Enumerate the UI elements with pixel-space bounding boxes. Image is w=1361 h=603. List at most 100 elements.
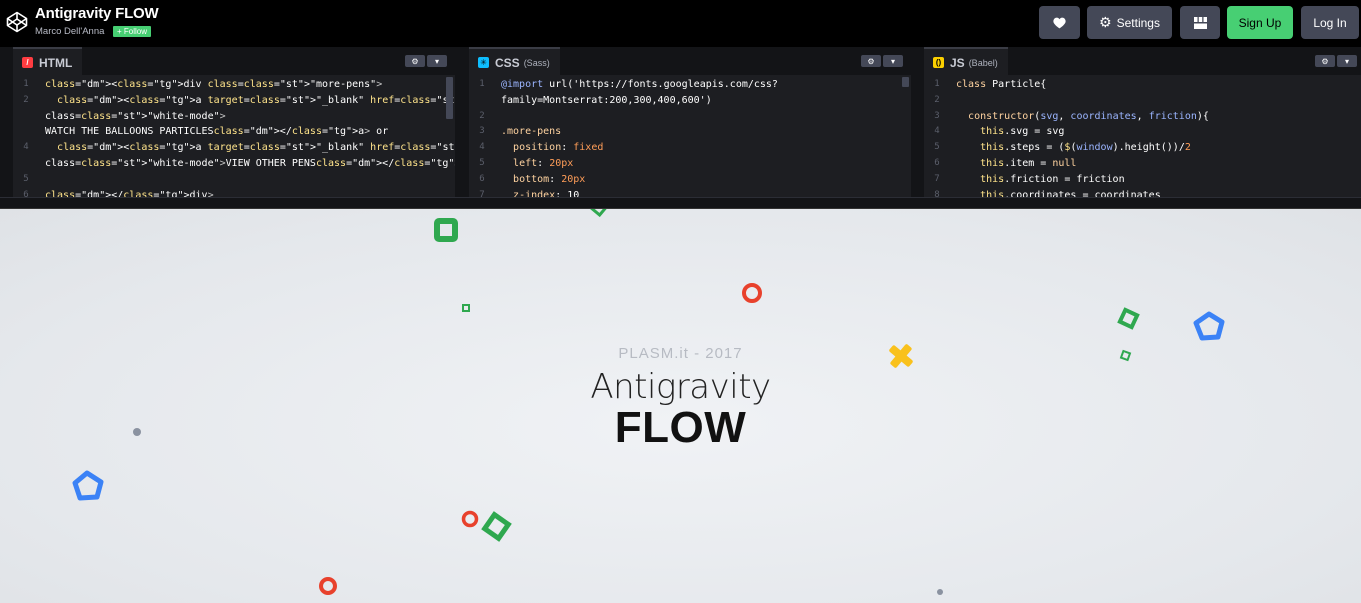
settings-button[interactable]: ⚙ Settings: [1087, 6, 1172, 39]
line-number: 5: [934, 142, 940, 153]
code-line[interactable]: 1 class Particle{: [924, 77, 1361, 93]
line-number: 4: [479, 142, 485, 153]
code-text: constructor(svg, coordinates, friction){: [968, 110, 1209, 122]
code-text: this.item = null: [980, 157, 1077, 169]
author-name[interactable]: Marco Dell'Anna: [35, 26, 104, 37]
code-line[interactable]: family=Montserrat:200,300,400,600'): [469, 93, 911, 109]
html-editor[interactable]: / HTML ⚙ ▾ 1 class="dm"><class="tg">div c…: [13, 47, 455, 197]
css-settings-button[interactable]: ⚙: [861, 55, 881, 67]
blue-pentagon-particle: [1193, 311, 1225, 341]
code-line[interactable]: 7 this.friction = friction: [924, 172, 1361, 188]
green-square-particle: [589, 209, 609, 218]
code-text: position: fixed: [513, 142, 604, 154]
css-scrollbar[interactable]: [902, 77, 909, 87]
code-text: this.friction = friction: [980, 173, 1125, 185]
html-settings-button[interactable]: ⚙: [405, 55, 425, 67]
green-square-particle: [481, 511, 512, 542]
log-in-button[interactable]: Log In: [1301, 6, 1359, 39]
heart-icon: [1053, 17, 1066, 28]
codepen-logo-icon[interactable]: [6, 11, 28, 33]
js-editor[interactable]: () JS (Babel) ⚙ ▾ 1 class Particle{2 3 con…: [924, 47, 1361, 197]
code-line[interactable]: 2: [469, 109, 911, 125]
code-line[interactable]: 6 class="dm"></class="tg">div>: [13, 188, 455, 197]
css-icon: ✳: [478, 57, 489, 68]
code-text: this.coordinates = coordinates: [980, 189, 1161, 197]
line-number: 8: [934, 189, 940, 197]
js-tab-label: JS: [950, 55, 965, 70]
red-ring-particle: [742, 283, 762, 303]
code-line[interactable]: WATCH THE BALLOONS PARTICLESclass="dm"><…: [13, 124, 455, 140]
code-text: family=Montserrat:200,300,400,600'): [501, 94, 712, 106]
js-code[interactable]: 1 class Particle{2 3 constructor(svg, coor…: [924, 77, 1361, 197]
code-text: this.steps = ($(window).height())/2: [980, 142, 1191, 154]
pen-title[interactable]: Antigravity FLOW: [35, 5, 159, 22]
follow-button[interactable]: + Follow: [113, 26, 152, 37]
html-code[interactable]: 1 class="dm"><class="tg">div class=class=…: [13, 77, 455, 197]
code-text: .more-pens: [501, 126, 562, 138]
top-bar: Antigravity FLOW Marco Dell'Anna + Follo…: [0, 0, 1361, 47]
html-collapse-button[interactable]: ▾: [427, 55, 447, 67]
line-number: 7: [479, 189, 485, 197]
blue-pentagon-particle: [72, 470, 104, 501]
css-collapse-button[interactable]: ▾: [883, 55, 903, 67]
css-editor[interactable]: ✳ CSS (Sass) ⚙ ▾ 1 @import url('https://f…: [469, 47, 911, 197]
js-collapse-button[interactable]: ▾: [1337, 55, 1357, 67]
line-number: 7: [934, 173, 940, 184]
code-text: bottom: 20px: [513, 173, 586, 185]
line-number: 6: [479, 173, 485, 184]
code-line[interactable]: 5 left: 20px: [469, 156, 911, 172]
code-line[interactable]: 7 z-index: 10: [469, 188, 911, 197]
line-number: 4: [934, 126, 940, 137]
love-button[interactable]: [1039, 6, 1080, 39]
code-text: left: 20px: [513, 157, 574, 169]
line-number: 3: [479, 126, 485, 137]
line-number: 5: [23, 173, 29, 184]
code-text: class=class="st">"white-mode">VIEW OTHER…: [45, 157, 455, 169]
editor-resize-handle[interactable]: [0, 197, 1361, 209]
preview-pane: PLASM.it - 2017 Antigravity FLOW: [0, 209, 1361, 603]
line-number: 6: [23, 189, 29, 197]
code-line[interactable]: 6 this.item = null: [924, 156, 1361, 172]
js-icon: (): [933, 57, 944, 68]
code-line[interactable]: 2 class="dm"><class="tg">a target=class=…: [13, 93, 455, 109]
code-text: class="dm"><class="tg">div class=class="…: [45, 79, 383, 90]
change-view-button[interactable]: [1180, 6, 1220, 39]
code-line[interactable]: class=class="st">"white-mode">: [13, 109, 455, 125]
code-line[interactable]: 3 constructor(svg, coordinates, friction…: [924, 109, 1361, 125]
html-scrollbar[interactable]: [446, 77, 453, 119]
line-number: 2: [934, 94, 940, 105]
editors-panel: / HTML ⚙ ▾ 1 class="dm"><class="tg">div c…: [0, 47, 1361, 197]
code-line[interactable]: 4 this.svg = svg: [924, 124, 1361, 140]
code-line[interactable]: 1 @import url('https://fonts.googleapis.c…: [469, 77, 911, 93]
settings-label: Settings: [1116, 15, 1160, 30]
red-ring-particle: [319, 577, 337, 595]
code-line[interactable]: 1 class="dm"><class="tg">div class=class=…: [13, 77, 455, 93]
code-text: class="dm"><class="tg">a target=class="s…: [57, 142, 455, 154]
code-text: z-index: 10: [513, 189, 580, 197]
preview-title-bold: FLOW: [614, 403, 747, 452]
sign-up-button[interactable]: Sign Up: [1227, 6, 1293, 39]
code-line[interactable]: 6 bottom: 20px: [469, 172, 911, 188]
css-code[interactable]: 1 @import url('https://fonts.googleapis.c…: [469, 77, 911, 197]
code-text: this.svg = svg: [980, 126, 1065, 138]
css-editor-tab: ✳ CSS (Sass): [469, 47, 560, 76]
code-line[interactable]: class=class="st">"white-mode">VIEW OTHER…: [13, 156, 455, 172]
html-editor-tab: / HTML: [13, 47, 83, 76]
code-line[interactable]: 5: [13, 172, 455, 188]
line-number: 5: [479, 157, 485, 168]
js-settings-button[interactable]: ⚙: [1315, 55, 1335, 67]
code-line[interactable]: 2: [924, 93, 1361, 109]
green-square-particle: [1117, 307, 1140, 330]
green-square-particle: [434, 218, 458, 242]
line-number: 1: [934, 79, 940, 89]
code-line[interactable]: 8 this.coordinates = coordinates: [924, 188, 1361, 197]
gear-icon: ⚙: [1099, 14, 1112, 30]
gray-dot-particle: [937, 589, 943, 595]
html-icon: /: [22, 57, 33, 68]
css-tab-label: CSS: [495, 55, 520, 70]
code-line[interactable]: 4 position: fixed: [469, 140, 911, 156]
code-line[interactable]: 4 class="dm"><class="tg">a target=class=…: [13, 140, 455, 156]
code-line[interactable]: 5 this.steps = ($(window).height())/2: [924, 140, 1361, 156]
css-preprocessor-label: (Sass): [523, 57, 550, 68]
code-line[interactable]: 3 .more-pens: [469, 124, 911, 140]
